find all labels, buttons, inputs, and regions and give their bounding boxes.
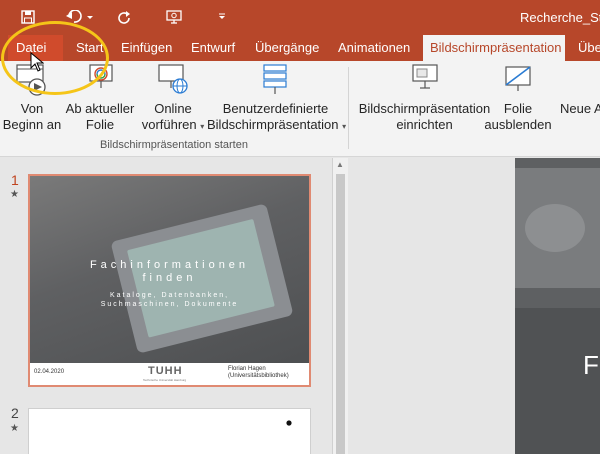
- present-from-beginning-icon[interactable]: [163, 7, 185, 27]
- custom-show-icon: [258, 63, 294, 101]
- group-label: Bildschirmpräsentation starten: [100, 139, 248, 151]
- group-separator: [348, 67, 349, 149]
- tuhh-logo: TUHH: [148, 365, 183, 377]
- present-online-icon: [155, 63, 191, 101]
- animation-star-icon: ★: [10, 423, 19, 434]
- slide-editor-area: F: [349, 158, 600, 454]
- tab-ueberpruefen[interactable]: Übe: [578, 35, 600, 61]
- thumbnail-scrollbar[interactable]: ▲: [332, 158, 348, 454]
- tab-entwurf[interactable]: Entwurf: [191, 35, 235, 61]
- slide-number: 2: [11, 405, 19, 421]
- customize-qat-icon[interactable]: [211, 7, 233, 27]
- animation-star-icon: ★: [10, 189, 19, 200]
- redo-icon[interactable]: [113, 7, 135, 27]
- setup-show-icon: [407, 63, 443, 101]
- setup-show-button[interactable]: Bildschirmpräsentation einrichten: [352, 61, 497, 133]
- slide-footer: 02.04.2020 TUHH Technische Universität H…: [30, 363, 309, 385]
- scroll-up-icon[interactable]: ▲: [336, 160, 344, 169]
- click-highlight: [1, 21, 109, 95]
- tuhh-logo-subtitle: Technische Universität Hamburg: [143, 378, 187, 382]
- mouse-cursor-icon: [30, 51, 45, 77]
- slide-number: 1: [11, 172, 19, 188]
- custom-show-button[interactable]: Benutzerdefinierte Bildschirmpräsentatio…: [207, 61, 347, 135]
- present-online-button[interactable]: Online vorführen ▾: [139, 61, 207, 135]
- slide-title: Fachinformationen: [89, 259, 250, 271]
- current-slide-title-fragment: F: [583, 350, 599, 380]
- slide-thumbnail-1[interactable]: Fachinformationen finden Kataloge, Daten…: [28, 174, 311, 387]
- hide-slide-button[interactable]: Folie ausblenden: [481, 61, 555, 133]
- new-recording-button[interactable]: Neue A: [560, 61, 600, 117]
- tab-einfuegen[interactable]: Einfügen: [121, 35, 172, 61]
- slide-date: 02.04.2020: [34, 369, 65, 375]
- chevron-down-icon: ▾: [342, 122, 347, 131]
- tab-bildschirmpraesentation[interactable]: Bildschirmpräsentation: [423, 35, 565, 61]
- slide-author: Florian Hagen (Universitätsbibliothek): [228, 366, 289, 379]
- slide-subtitle: Kataloge, Datenbanken,: [109, 292, 230, 299]
- chevron-down-icon: ▾: [200, 122, 205, 131]
- slide-thumbnail-2[interactable]: [28, 408, 311, 454]
- document-title: Recherche_Stra: [520, 10, 600, 25]
- tab-uebergaenge[interactable]: Übergänge: [255, 35, 319, 61]
- tab-animationen[interactable]: Animationen: [338, 35, 410, 61]
- slide-subtitle-line2: Suchmaschinen, Dokumente: [100, 301, 239, 308]
- current-slide-preview[interactable]: F: [515, 158, 600, 454]
- scrollbar-thumb[interactable]: [336, 174, 345, 454]
- hide-slide-icon: [500, 63, 536, 101]
- slide-title-line2: finden: [142, 272, 197, 284]
